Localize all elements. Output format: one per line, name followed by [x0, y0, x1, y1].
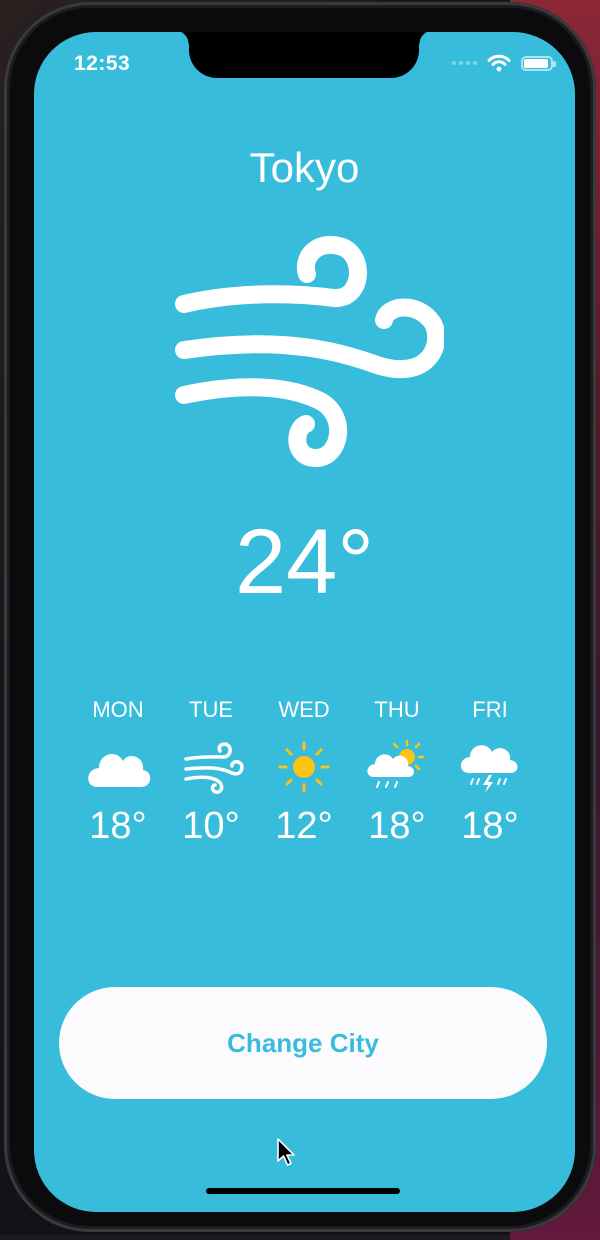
forecast-temp: 18°	[89, 805, 147, 847]
forecast-day: THU 18°	[353, 697, 441, 848]
sun-cloud-rain-icon	[367, 739, 425, 788]
forecast-day: TUE 10°	[167, 697, 255, 848]
app-screen: 12:53 Tokyo 24° MON 18° TUE 10° WED 12° …	[34, 32, 575, 1212]
forecast-day: MON 18°	[74, 697, 162, 848]
forecast-day-label: WED	[278, 697, 330, 722]
forecast-day-label: TUE	[189, 697, 233, 722]
forecast-temp: 18°	[461, 805, 519, 847]
wifi-icon	[487, 54, 511, 72]
mouse-cursor-icon	[277, 1138, 295, 1166]
cloud-icon	[88, 753, 151, 787]
forecast-temp: 10°	[182, 805, 240, 847]
sun-icon	[278, 741, 330, 793]
forecast-day-label: THU	[374, 697, 420, 722]
forecast-day: WED 12°	[260, 697, 348, 848]
change-city-button[interactable]: Change City	[59, 987, 547, 1099]
forecast-row: MON 18° TUE 10° WED 12° THU 18° FRI 18°	[74, 697, 534, 848]
cellular-signal-icon	[452, 61, 477, 65]
thunderstorm-icon	[460, 745, 518, 793]
wind-icon	[175, 235, 444, 468]
home-indicator[interactable]	[206, 1188, 400, 1194]
status-icons	[452, 54, 556, 72]
status-time: 12:53	[74, 52, 131, 75]
city-name: Tokyo	[249, 144, 360, 191]
forecast-temp: 18°	[368, 805, 426, 847]
forecast-day: FRI 18°	[446, 697, 534, 848]
wind-icon	[184, 742, 244, 794]
phone-frame: 12:53 Tokyo 24° MON 18° TUE 10° WED 12° …	[4, 2, 596, 1232]
forecast-day-label: FRI	[472, 697, 508, 722]
forecast-temp: 12°	[275, 805, 333, 847]
current-temperature: 24°	[234, 511, 375, 613]
notch	[175, 32, 433, 78]
forecast-day-label: MON	[92, 697, 144, 722]
battery-icon	[521, 55, 556, 71]
